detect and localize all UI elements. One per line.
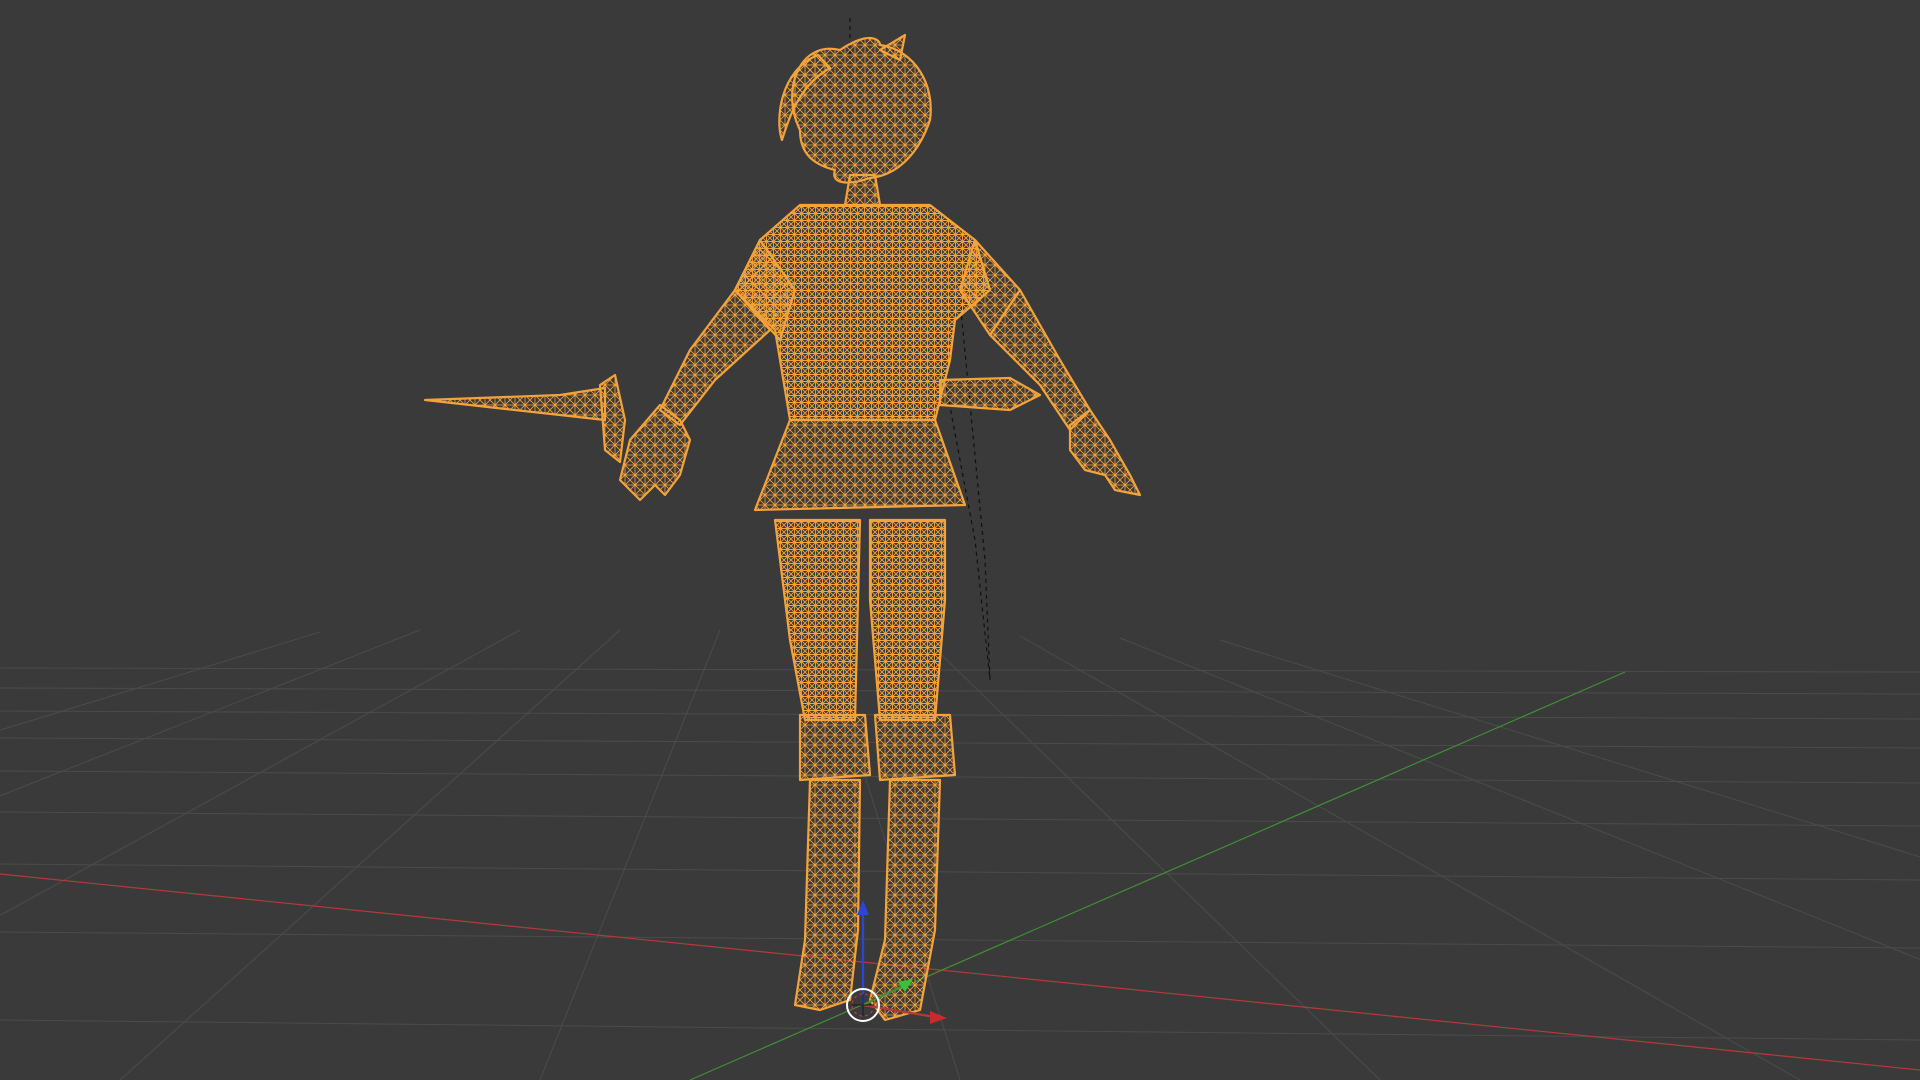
right-boot-cuff-mesh [873,713,957,782]
left-arm-mesh [658,288,772,427]
neck-mesh [843,173,882,207]
dagger-mesh [423,386,607,422]
dagger-guard-mesh [598,373,627,464]
left-boot-cuff-mesh [798,713,872,782]
skirt-mesh [753,418,967,512]
viewport-canvas[interactable] [0,0,1920,1080]
left-hand-mesh [618,403,692,502]
right-hand-mesh [1068,408,1142,497]
sheath-mesh [938,376,1042,412]
3d-viewport[interactable] [0,0,1920,1080]
x-axis-line [0,873,1920,1071]
right-leg-mesh [868,518,947,722]
left-boot-mesh [793,778,862,1012]
ground-grid [0,629,1920,1080]
